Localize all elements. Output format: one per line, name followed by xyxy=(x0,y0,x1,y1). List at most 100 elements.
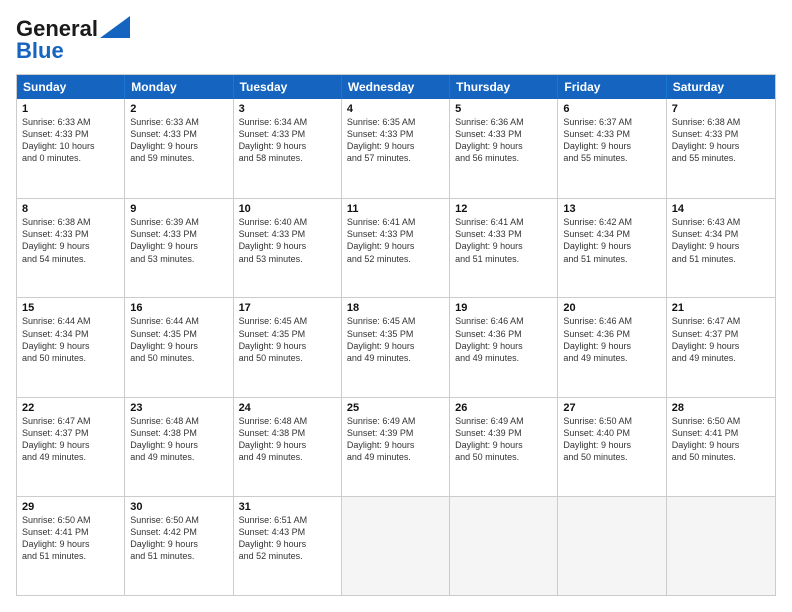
cell-info-line: and 57 minutes. xyxy=(347,152,444,164)
cell-info-line: Sunrise: 6:50 AM xyxy=(672,415,770,427)
cell-info-line: Sunrise: 6:34 AM xyxy=(239,116,336,128)
cell-info-line: and 50 minutes. xyxy=(130,352,227,364)
header-day-tuesday: Tuesday xyxy=(234,75,342,99)
cell-info-line: Daylight: 9 hours xyxy=(563,340,660,352)
calendar-cell: 11Sunrise: 6:41 AMSunset: 4:33 PMDayligh… xyxy=(342,199,450,297)
cell-info-line: Sunrise: 6:45 AM xyxy=(347,315,444,327)
cell-info-line: and 49 minutes. xyxy=(563,352,660,364)
calendar-cell: 20Sunrise: 6:46 AMSunset: 4:36 PMDayligh… xyxy=(558,298,666,396)
cell-info-line: Sunset: 4:33 PM xyxy=(455,228,552,240)
cell-info-line: Sunset: 4:40 PM xyxy=(563,427,660,439)
cell-info-line: Daylight: 9 hours xyxy=(130,240,227,252)
cell-info-line: Daylight: 9 hours xyxy=(563,439,660,451)
calendar-cell xyxy=(342,497,450,595)
cell-info-line: Sunrise: 6:40 AM xyxy=(239,216,336,228)
cell-info-line: Sunrise: 6:36 AM xyxy=(455,116,552,128)
cell-info-line: and 51 minutes. xyxy=(672,253,770,265)
cell-info-line: and 58 minutes. xyxy=(239,152,336,164)
day-number: 3 xyxy=(239,103,336,115)
header-day-saturday: Saturday xyxy=(667,75,775,99)
day-number: 10 xyxy=(239,203,336,215)
cell-info-line: Daylight: 9 hours xyxy=(563,240,660,252)
cell-info-line: Sunset: 4:42 PM xyxy=(130,526,227,538)
cell-info-line: Daylight: 9 hours xyxy=(130,439,227,451)
cell-info-line: Daylight: 9 hours xyxy=(239,538,336,550)
cell-info-line: Sunrise: 6:49 AM xyxy=(455,415,552,427)
calendar-cell xyxy=(450,497,558,595)
day-number: 5 xyxy=(455,103,552,115)
day-number: 12 xyxy=(455,203,552,215)
cell-info-line: Sunset: 4:38 PM xyxy=(239,427,336,439)
calendar-cell xyxy=(667,497,775,595)
cell-info-line: Sunset: 4:35 PM xyxy=(239,328,336,340)
header-day-wednesday: Wednesday xyxy=(342,75,450,99)
cell-info-line: Sunset: 4:33 PM xyxy=(22,228,119,240)
cell-info-line: Sunset: 4:35 PM xyxy=(130,328,227,340)
day-number: 11 xyxy=(347,203,444,215)
day-number: 2 xyxy=(130,103,227,115)
calendar-cell: 16Sunrise: 6:44 AMSunset: 4:35 PMDayligh… xyxy=(125,298,233,396)
cell-info-line: Daylight: 9 hours xyxy=(672,240,770,252)
calendar-cell: 30Sunrise: 6:50 AMSunset: 4:42 PMDayligh… xyxy=(125,497,233,595)
cell-info-line: and 50 minutes. xyxy=(239,352,336,364)
cell-info-line: Sunrise: 6:41 AM xyxy=(347,216,444,228)
cell-info-line: Sunrise: 6:50 AM xyxy=(130,514,227,526)
cell-info-line: Sunrise: 6:35 AM xyxy=(347,116,444,128)
calendar-cell: 31Sunrise: 6:51 AMSunset: 4:43 PMDayligh… xyxy=(234,497,342,595)
cell-info-line: Sunrise: 6:45 AM xyxy=(239,315,336,327)
cell-info-line: and 49 minutes. xyxy=(130,451,227,463)
day-number: 24 xyxy=(239,402,336,414)
calendar: SundayMondayTuesdayWednesdayThursdayFrid… xyxy=(16,74,776,596)
calendar-cell: 28Sunrise: 6:50 AMSunset: 4:41 PMDayligh… xyxy=(667,398,775,496)
cell-info-line: Sunset: 4:34 PM xyxy=(563,228,660,240)
cell-info-line: Daylight: 9 hours xyxy=(672,439,770,451)
cell-info-line: and 52 minutes. xyxy=(239,550,336,562)
cell-info-line: Daylight: 9 hours xyxy=(22,240,119,252)
cell-info-line: Daylight: 9 hours xyxy=(347,340,444,352)
cell-info-line: Sunrise: 6:48 AM xyxy=(239,415,336,427)
calendar-cell: 5Sunrise: 6:36 AMSunset: 4:33 PMDaylight… xyxy=(450,99,558,198)
day-number: 25 xyxy=(347,402,444,414)
calendar-cell: 18Sunrise: 6:45 AMSunset: 4:35 PMDayligh… xyxy=(342,298,450,396)
calendar-cell xyxy=(558,497,666,595)
cell-info-line: Sunrise: 6:42 AM xyxy=(563,216,660,228)
cell-info-line: Daylight: 9 hours xyxy=(239,439,336,451)
cell-info-line: Sunset: 4:41 PM xyxy=(22,526,119,538)
cell-info-line: Sunrise: 6:46 AM xyxy=(563,315,660,327)
calendar-cell: 25Sunrise: 6:49 AMSunset: 4:39 PMDayligh… xyxy=(342,398,450,496)
day-number: 13 xyxy=(563,203,660,215)
calendar-cell: 3Sunrise: 6:34 AMSunset: 4:33 PMDaylight… xyxy=(234,99,342,198)
cell-info-line: and 54 minutes. xyxy=(22,253,119,265)
cell-info-line: and 55 minutes. xyxy=(672,152,770,164)
cell-info-line: and 51 minutes. xyxy=(130,550,227,562)
cell-info-line: Daylight: 9 hours xyxy=(347,439,444,451)
cell-info-line: and 49 minutes. xyxy=(239,451,336,463)
cell-info-line: Sunset: 4:33 PM xyxy=(347,128,444,140)
cell-info-line: Sunset: 4:33 PM xyxy=(239,128,336,140)
cell-info-line: Daylight: 9 hours xyxy=(347,240,444,252)
cell-info-line: Sunrise: 6:51 AM xyxy=(239,514,336,526)
cell-info-line: Sunset: 4:33 PM xyxy=(672,128,770,140)
cell-info-line: Sunset: 4:38 PM xyxy=(130,427,227,439)
day-number: 6 xyxy=(563,103,660,115)
header: General Blue xyxy=(16,16,776,64)
cell-info-line: Daylight: 9 hours xyxy=(455,439,552,451)
cell-info-line: Sunrise: 6:44 AM xyxy=(130,315,227,327)
cell-info-line: Daylight: 9 hours xyxy=(563,140,660,152)
day-number: 7 xyxy=(672,103,770,115)
cell-info-line: and 49 minutes. xyxy=(455,352,552,364)
cell-info-line: Sunset: 4:36 PM xyxy=(563,328,660,340)
cell-info-line: Daylight: 9 hours xyxy=(672,340,770,352)
calendar-cell: 6Sunrise: 6:37 AMSunset: 4:33 PMDaylight… xyxy=(558,99,666,198)
header-day-thursday: Thursday xyxy=(450,75,558,99)
day-number: 21 xyxy=(672,302,770,314)
calendar-cell: 21Sunrise: 6:47 AMSunset: 4:37 PMDayligh… xyxy=(667,298,775,396)
cell-info-line: and 51 minutes. xyxy=(22,550,119,562)
cell-info-line: and 51 minutes. xyxy=(455,253,552,265)
calendar-cell: 12Sunrise: 6:41 AMSunset: 4:33 PMDayligh… xyxy=(450,199,558,297)
day-number: 15 xyxy=(22,302,119,314)
cell-info-line: and 50 minutes. xyxy=(672,451,770,463)
cell-info-line: and 49 minutes. xyxy=(347,451,444,463)
calendar-cell: 19Sunrise: 6:46 AMSunset: 4:36 PMDayligh… xyxy=(450,298,558,396)
day-number: 22 xyxy=(22,402,119,414)
